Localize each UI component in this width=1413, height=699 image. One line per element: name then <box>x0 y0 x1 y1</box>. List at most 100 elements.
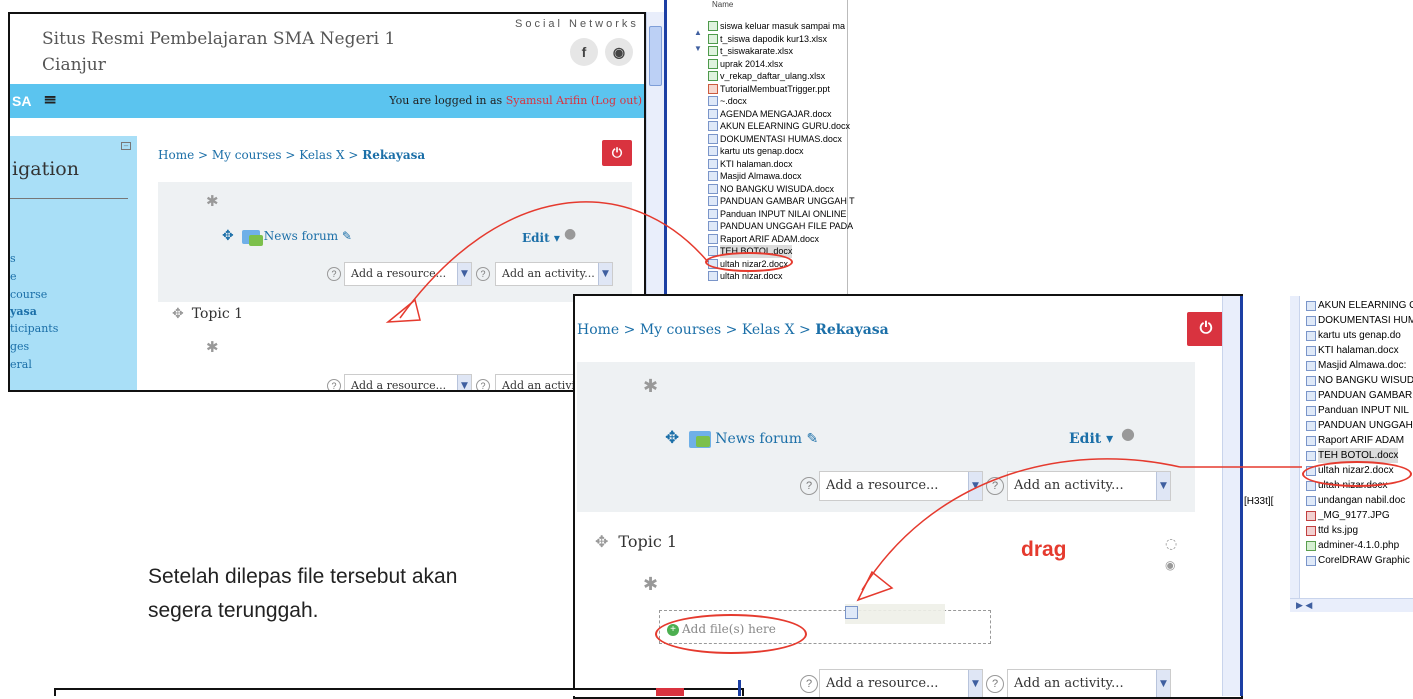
move-icon[interactable]: ✥ <box>172 306 184 322</box>
file-item[interactable]: TutorialMembuatTrigger.ppt <box>708 83 848 96</box>
file-item[interactable]: PANDUAN GAMBAR UNGGAH T <box>708 195 855 208</box>
window-scrollbar[interactable] <box>646 12 664 304</box>
file-item[interactable]: DOKUMENTASI HUM <box>1306 313 1413 328</box>
file-name: PANDUAN UNGGAH FILE PADA <box>720 221 854 231</box>
edit-pencil-icon[interactable]: ✎ <box>342 229 352 243</box>
file-item[interactable]: kartu uts genap.docx <box>708 145 848 158</box>
help-icon[interactable]: ? <box>800 477 818 495</box>
collapse-arrow-icon[interactable]: ▲ <box>694 28 702 37</box>
breadcrumb-courses[interactable]: My courses <box>640 322 721 338</box>
facebook-icon[interactable]: f <box>570 38 598 66</box>
file-item[interactable]: Raport ARIF ADAM <box>1306 433 1413 448</box>
chevron-down-icon: ▼ <box>457 263 471 285</box>
file-item[interactable]: PANDUAN UNGGAH <box>1306 418 1413 433</box>
help-icon[interactable]: ? <box>476 267 490 281</box>
move-icon[interactable]: ✥ <box>222 228 234 244</box>
power-icon[interactable]: ⏻ <box>602 140 632 166</box>
file-item[interactable]: adminer-4.1.0.php <box>1306 538 1413 553</box>
logout-link[interactable]: (Log out) <box>591 94 642 107</box>
nav-item[interactable]: s <box>10 252 16 265</box>
file-item[interactable]: ultah nizar.docx <box>708 270 848 283</box>
file-item[interactable]: Masjid Almawa.docx <box>708 170 848 183</box>
breadcrumb-courses[interactable]: My courses <box>212 148 282 162</box>
word-file-icon <box>708 108 718 119</box>
user-link[interactable]: Syamsul Arifin <box>506 94 588 107</box>
news-forum-link[interactable]: ✥ News forum ✎ <box>665 428 818 448</box>
edit-pencil-icon[interactable]: ✎ <box>806 431 818 447</box>
file-item[interactable]: AGENDA MENGAJAR.docx <box>708 108 848 121</box>
column-header[interactable]: Name <box>712 0 733 9</box>
file-item[interactable]: AKUN ELEARNING GURU.docx <box>708 120 850 133</box>
file-scrollbar-h[interactable]: ▶ ◀ <box>1290 598 1413 612</box>
gear-icon[interactable]: ✱ <box>206 338 219 356</box>
collapse-icon[interactable]: − <box>121 142 131 150</box>
move-icon[interactable]: ✥ <box>665 428 679 448</box>
brand-partial[interactable]: SA <box>12 93 31 109</box>
file-item[interactable]: KTI halaman.docx <box>1306 343 1413 358</box>
file-item[interactable]: v_rekap_daftar_ulang.xlsx <box>708 70 848 83</box>
word-file-icon <box>708 271 718 282</box>
file-item[interactable]: kartu uts genap.do <box>1306 328 1413 343</box>
chevron-down-icon: ▼ <box>457 375 471 390</box>
add-activity-select[interactable]: Add an activity... ▼ <box>1007 471 1171 501</box>
edit-menu[interactable]: Edit ▾ <box>522 231 560 245</box>
file-item[interactable]: NO BANGKU WISUDA.docx <box>708 183 848 196</box>
add-resource-select[interactable]: Add a resource... ▼ <box>344 374 472 390</box>
file-item[interactable]: t_siswakarate.xlsx <box>708 45 848 58</box>
breadcrumb-home[interactable]: Home <box>158 148 194 162</box>
news-forum-link[interactable]: ✥ News forum ✎ <box>222 228 352 246</box>
file-item[interactable]: _MG_9177.JPG <box>1306 508 1413 523</box>
gear-icon[interactable]: ✱ <box>643 376 658 397</box>
collapse-arrow-icon[interactable]: ▼ <box>694 44 702 53</box>
scroll-thumb[interactable] <box>649 26 662 86</box>
add-resource-select[interactable]: Add a resource... ▼ <box>344 262 472 286</box>
help-icon[interactable]: ? <box>476 379 490 390</box>
file-item[interactable]: undangan nabil.doc <box>1306 493 1413 508</box>
edit-menu[interactable]: Edit ▾ <box>1069 431 1113 447</box>
file-item[interactable]: Panduan INPUT NIL <box>1306 403 1413 418</box>
nav-item-current[interactable]: yasa <box>10 305 37 318</box>
file-item[interactable]: ~.docx <box>708 95 848 108</box>
file-item[interactable]: siswa keluar masuk sampai ma <box>708 20 848 33</box>
file-item[interactable]: NO BANGKU WISUD <box>1306 373 1413 388</box>
help-icon[interactable]: ? <box>800 675 818 693</box>
file-scrollbar-v[interactable] <box>1290 296 1300 598</box>
file-item[interactable]: CorelDRAW Graphic <box>1306 553 1413 568</box>
file-item[interactable]: Raport ARIF ADAM.docx <box>708 233 848 246</box>
eye-icon[interactable]: ◉ <box>1165 558 1175 572</box>
gear-icon[interactable]: ✱ <box>643 574 658 595</box>
move-icon[interactable]: ✥ <box>595 532 608 551</box>
globe-icon[interactable]: ◉ <box>605 38 633 66</box>
gear-icon[interactable]: ✱ <box>206 192 219 210</box>
file-item[interactable]: Masjid Almawa.doc: <box>1306 358 1413 373</box>
help-icon[interactable]: ? <box>986 675 1004 693</box>
nav-item[interactable]: ticipants <box>10 322 58 335</box>
add-resource-select[interactable]: Add a resource... ▼ <box>819 471 983 501</box>
nav-item[interactable]: e <box>10 270 17 283</box>
help-icon[interactable]: ? <box>986 477 1004 495</box>
nav-item[interactable]: course <box>10 288 47 301</box>
file-item[interactable]: PANDUAN GAMBAR <box>1306 388 1413 403</box>
breadcrumb-home[interactable]: Home <box>577 322 619 338</box>
file-item[interactable]: ttd ks.jpg <box>1306 523 1413 538</box>
file-item[interactable]: PANDUAN UNGGAH FILE PADA <box>708 220 853 233</box>
help-icon[interactable]: ? <box>327 267 341 281</box>
breadcrumb-class[interactable]: Kelas X <box>299 148 344 162</box>
bulb-icon[interactable]: ◌ <box>1165 536 1177 552</box>
help-icon[interactable]: ? <box>327 379 341 390</box>
window-scrollbar[interactable] <box>1222 296 1240 696</box>
nav-item[interactable]: ges <box>10 340 29 353</box>
file-item[interactable]: DOKUMENTASI HUMAS.docx <box>708 133 848 146</box>
power-icon[interactable]: ⏻ <box>1187 312 1225 346</box>
breadcrumb-class[interactable]: Kelas X <box>742 322 795 338</box>
file-item[interactable]: AKUN ELEARNING G <box>1306 298 1413 313</box>
file-item[interactable]: t_siswa dapodik kur13.xlsx <box>708 33 848 46</box>
file-item[interactable]: Panduan INPUT NILAI ONLINE <box>708 208 848 221</box>
file-item[interactable]: uprak 2014.xlsx <box>708 58 848 71</box>
menu-icon[interactable]: ≡ <box>43 90 57 110</box>
add-activity-select[interactable]: Add an activity... ▼ <box>495 262 613 286</box>
forum-icon <box>689 430 712 448</box>
word-file-icon <box>708 208 718 219</box>
nav-item[interactable]: eral <box>10 358 32 371</box>
file-item[interactable]: KTI halaman.docx <box>708 158 848 171</box>
